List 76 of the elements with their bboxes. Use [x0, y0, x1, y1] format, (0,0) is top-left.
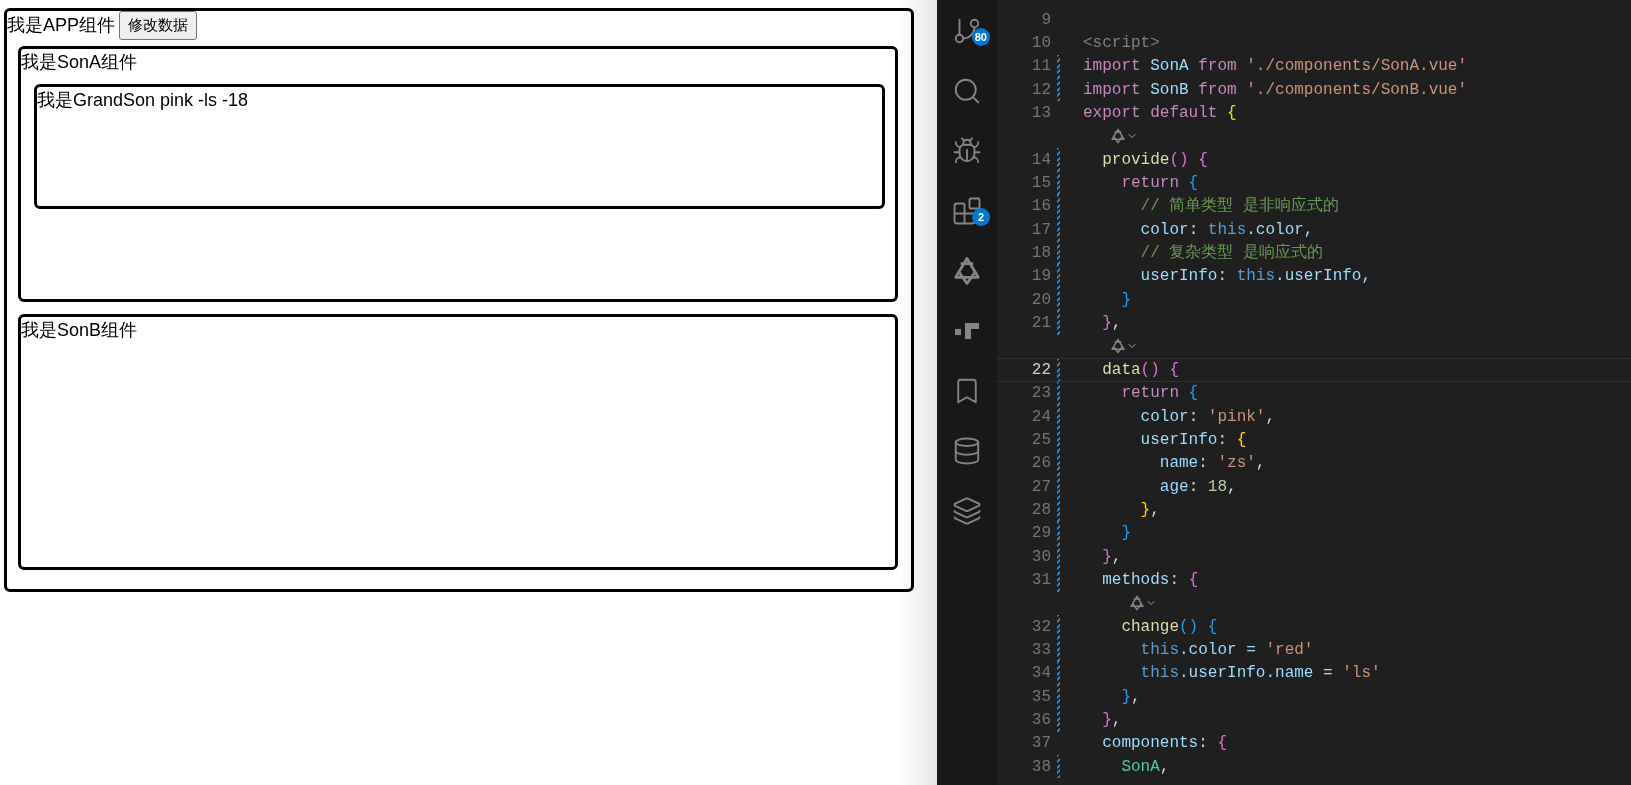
line-number: 27 — [1030, 476, 1051, 498]
line-number: 25 — [1030, 429, 1051, 451]
code-line: name: 'zs', — [1158, 453, 1266, 475]
notification-badge: 80 — [971, 28, 990, 46]
son-b-component-label: 我是SonB组件 — [21, 318, 138, 342]
triangle-logo-icon[interactable] — [952, 256, 982, 286]
son-a-component-label: 我是SonA组件 — [21, 50, 138, 74]
code-line: return { — [1120, 383, 1199, 405]
grandson-component-label: 我是GrandSon pink -ls -18 — [37, 88, 249, 112]
line-number: 19 — [1030, 266, 1051, 288]
line-number: 20 — [1030, 289, 1051, 311]
code-line: export default { — [1083, 103, 1237, 125]
line-number: 10 — [1030, 33, 1051, 54]
triangle-logo-icon[interactable] — [1110, 128, 1127, 145]
code-line: color: 'pink', — [1139, 406, 1276, 428]
line-number: 32 — [1030, 616, 1051, 638]
line-number: 17 — [1030, 219, 1051, 241]
line-number: 37 — [1030, 733, 1051, 755]
line-number: 21 — [1030, 313, 1051, 335]
code-line: }, — [1120, 686, 1141, 708]
triangle-logo-icon[interactable] — [1110, 338, 1127, 355]
line-number: 31 — [1030, 569, 1051, 591]
line-number: 35 — [1030, 686, 1051, 708]
code-line: import SonA from './components/SonA.vue' — [1083, 56, 1468, 78]
app-component-label: 我是APP组件 — [7, 13, 116, 37]
triangle-logo-icon[interactable] — [1129, 595, 1146, 612]
notification-badge: 2 — [972, 208, 990, 226]
line-number: 24 — [1030, 406, 1051, 428]
code-line: }, — [1101, 313, 1122, 335]
layers-icon[interactable] — [952, 496, 982, 526]
code-line: userInfo: { — [1139, 429, 1247, 451]
line-number: 13 — [1030, 103, 1051, 125]
database-icon[interactable] — [952, 436, 982, 466]
line-number: 15 — [1030, 173, 1051, 195]
line-number: 11 — [1030, 56, 1051, 78]
line-number: 16 — [1030, 196, 1051, 218]
line-number: 38 — [1030, 756, 1051, 778]
blocks-icon[interactable] — [953, 321, 981, 341]
line-number: 18 — [1030, 243, 1051, 265]
line-number: 36 — [1030, 710, 1051, 731]
code-line: SonA, — [1120, 756, 1170, 778]
code-line: }, — [1101, 710, 1122, 731]
code-line: methods: { — [1101, 569, 1199, 591]
bug-icon[interactable] — [952, 136, 982, 166]
line-number: 28 — [1030, 499, 1051, 521]
line-number: 14 — [1030, 149, 1051, 171]
code-line: this.color = 'red' — [1139, 639, 1314, 661]
line-number: 26 — [1030, 453, 1051, 475]
line-number: 9 — [1040, 9, 1051, 31]
code-line: this.userInfo.name = 'ls' — [1139, 663, 1381, 685]
modify-data-button[interactable]: 修改数据 — [119, 11, 198, 40]
code-line: color: this.color, — [1139, 219, 1314, 241]
code-line: age: 18, — [1158, 476, 1237, 498]
line-number: 23 — [1030, 383, 1051, 405]
code-line: change() { — [1120, 616, 1218, 638]
code-line: // 复杂类型 是响应式的 — [1139, 242, 1323, 265]
code-line: } — [1120, 523, 1131, 545]
line-number: 33 — [1030, 639, 1051, 661]
code-line: } — [1120, 289, 1131, 311]
line-number: 29 — [1030, 523, 1051, 545]
line-number: 12 — [1030, 79, 1051, 101]
code-line: data() { — [1101, 359, 1179, 381]
code-line: }, — [1101, 546, 1122, 568]
code-line: }, — [1139, 499, 1160, 521]
extensions-icon[interactable] — [952, 196, 982, 226]
line-number: 22 — [1030, 359, 1051, 381]
code-line: // 简单类型 是非响应式的 — [1139, 195, 1339, 218]
code-line: components: { — [1101, 733, 1228, 755]
line-number: 34 — [1030, 663, 1051, 685]
code-line: return { — [1120, 173, 1199, 195]
search-icon[interactable] — [952, 76, 982, 106]
code-line: userInfo: this.userInfo, — [1139, 266, 1372, 288]
line-number: 30 — [1030, 546, 1051, 568]
code-line: import SonB from './components/SonB.vue' — [1083, 79, 1468, 101]
code-line: provide() { — [1101, 149, 1208, 171]
code-line: <script> — [1083, 33, 1160, 54]
